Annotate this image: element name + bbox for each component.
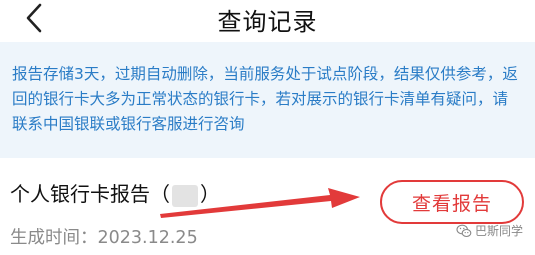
page-title: 查询记录 <box>217 8 318 36</box>
header: 查询记录 <box>0 0 535 40</box>
report-title-prefix: 个人银行卡报告（ <box>10 182 170 206</box>
watermark: 巴斯同学 <box>456 222 523 239</box>
red-arrow-annotation <box>160 188 360 218</box>
notice-text: 报告存储3天，过期自动删除，当前服务处于试点阶段，结果仅供参考，返回的银行卡大多… <box>12 65 518 133</box>
view-report-button[interactable]: 查看报告 <box>380 180 524 224</box>
notice-banner: 报告存储3天，过期自动删除，当前服务处于试点阶段，结果仅供参考，返回的银行卡大多… <box>0 42 535 158</box>
report-date: 生成时间：2023.12.25 <box>10 228 198 248</box>
watermark-text: 巴斯同学 <box>474 224 523 238</box>
wechat-icon <box>456 224 472 237</box>
